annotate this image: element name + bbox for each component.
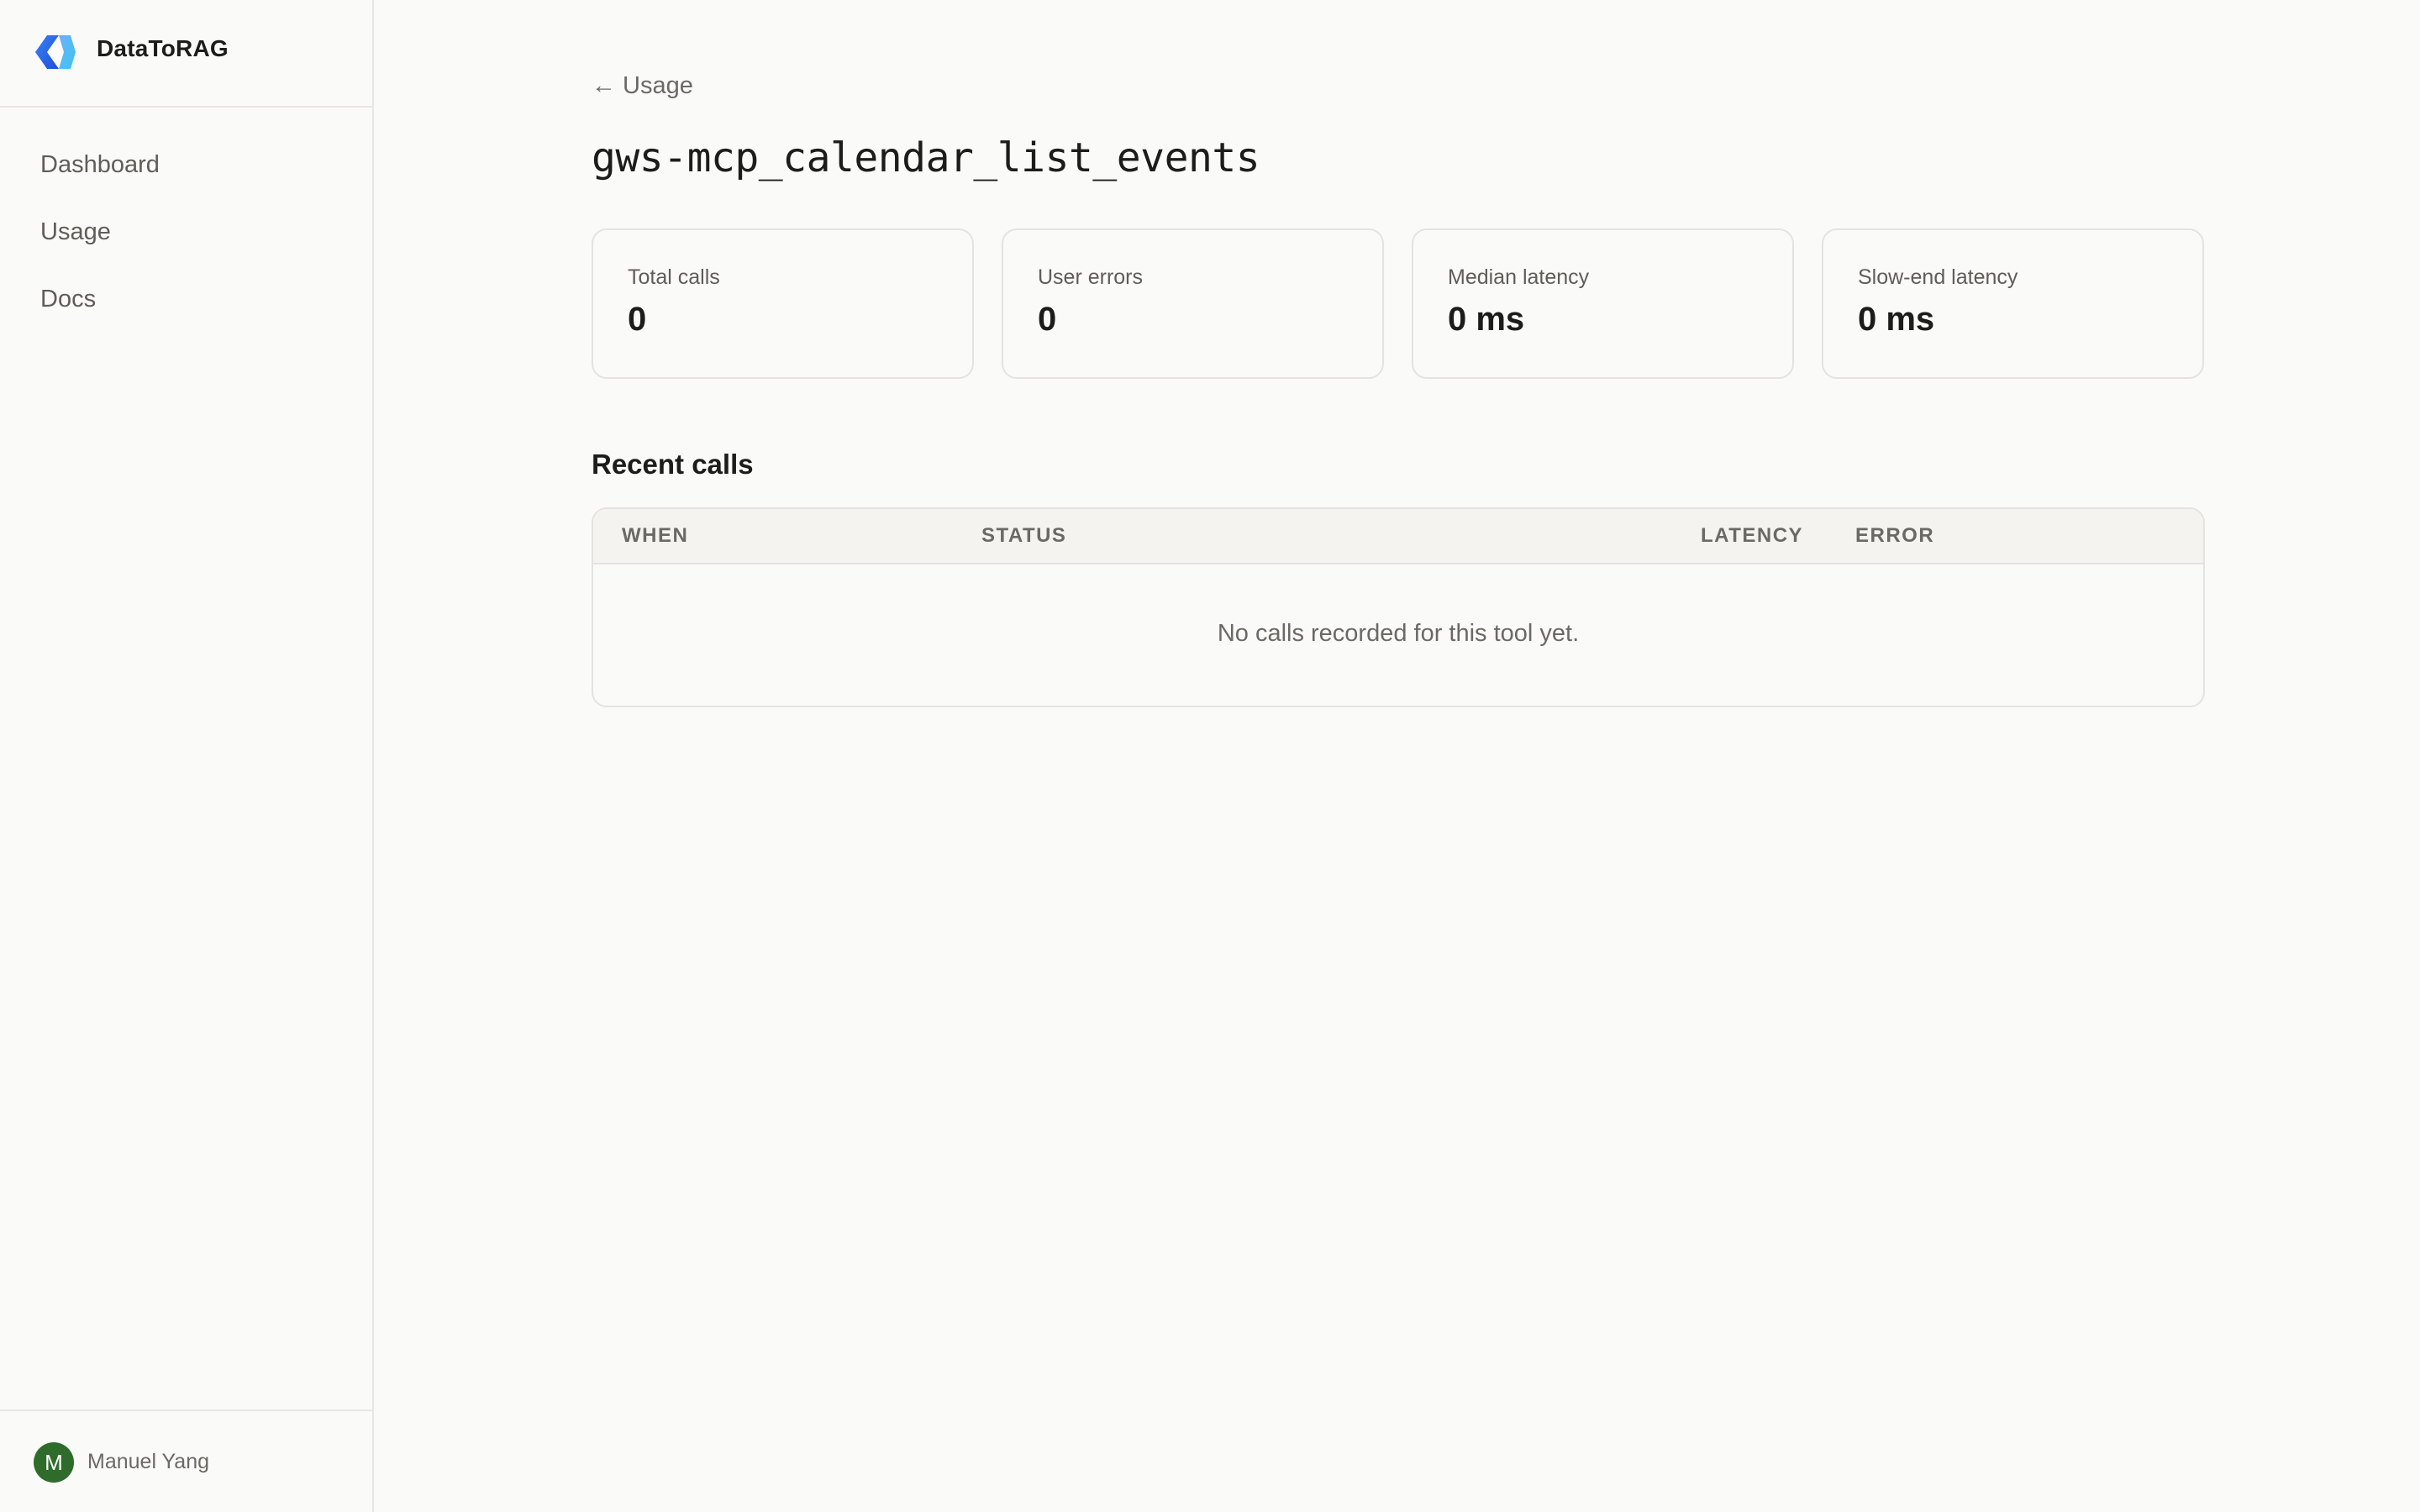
sidebar-nav: Dashboard Usage Docs (40, 144, 160, 346)
app-root: DataToRAG Dashboard Usage Docs M Manuel … (0, 0, 2420, 1512)
stat-label: Slow-end latency (1858, 265, 2018, 289)
avatar: M (34, 1442, 74, 1483)
stat-label: Total calls (628, 265, 720, 289)
column-header-latency[interactable]: LATENCY (1701, 524, 1803, 548)
stat-value: 0 (628, 301, 647, 338)
column-header-status[interactable]: STATUS (981, 524, 1066, 548)
stat-card-user-errors: User errors 0 (1002, 228, 1384, 379)
user-profile[interactable]: M Manuel Yang (0, 1410, 374, 1512)
stat-card-slow-end-latency: Slow-end latency 0 ms (1822, 228, 2204, 379)
back-to-usage-link[interactable]: ← Usage (592, 72, 693, 100)
recent-calls-table: WHEN STATUS LATENCY ERROR No calls recor… (592, 507, 2205, 707)
stat-value: 0 ms (1448, 301, 1525, 338)
sidebar-item-docs[interactable]: Docs (40, 279, 160, 346)
sidebar-item-usage[interactable]: Usage (40, 212, 160, 279)
column-header-error[interactable]: ERROR (1855, 524, 1934, 548)
column-header-when[interactable]: WHEN (622, 524, 688, 548)
brand-name: DataToRAG (97, 35, 229, 61)
datatorag-logo-icon[interactable] (34, 34, 77, 71)
stat-value: 0 ms (1858, 301, 1935, 338)
recent-calls-title: Recent calls (592, 449, 754, 480)
user-name: Manuel Yang (87, 1450, 210, 1473)
stat-label: Median latency (1448, 265, 1590, 289)
stat-card-median-latency: Median latency 0 ms (1412, 228, 1794, 379)
stat-label: User errors (1038, 265, 1144, 289)
sidebar-item-dashboard[interactable]: Dashboard (40, 144, 160, 212)
empty-state-message: No calls recorded for this tool yet. (1217, 620, 1580, 647)
sidebar: DataToRAG Dashboard Usage Docs M Manuel … (0, 0, 374, 1512)
stat-value: 0 (1038, 301, 1057, 338)
stats-row: Total calls 0 User errors 0 Median laten… (592, 228, 2205, 380)
page-title: gws-mcp_calendar_list_events (592, 134, 1260, 181)
brand-header: DataToRAG (0, 0, 374, 108)
table-header: WHEN STATUS LATENCY ERROR (593, 509, 2203, 564)
stat-card-total-calls: Total calls 0 (592, 228, 974, 379)
